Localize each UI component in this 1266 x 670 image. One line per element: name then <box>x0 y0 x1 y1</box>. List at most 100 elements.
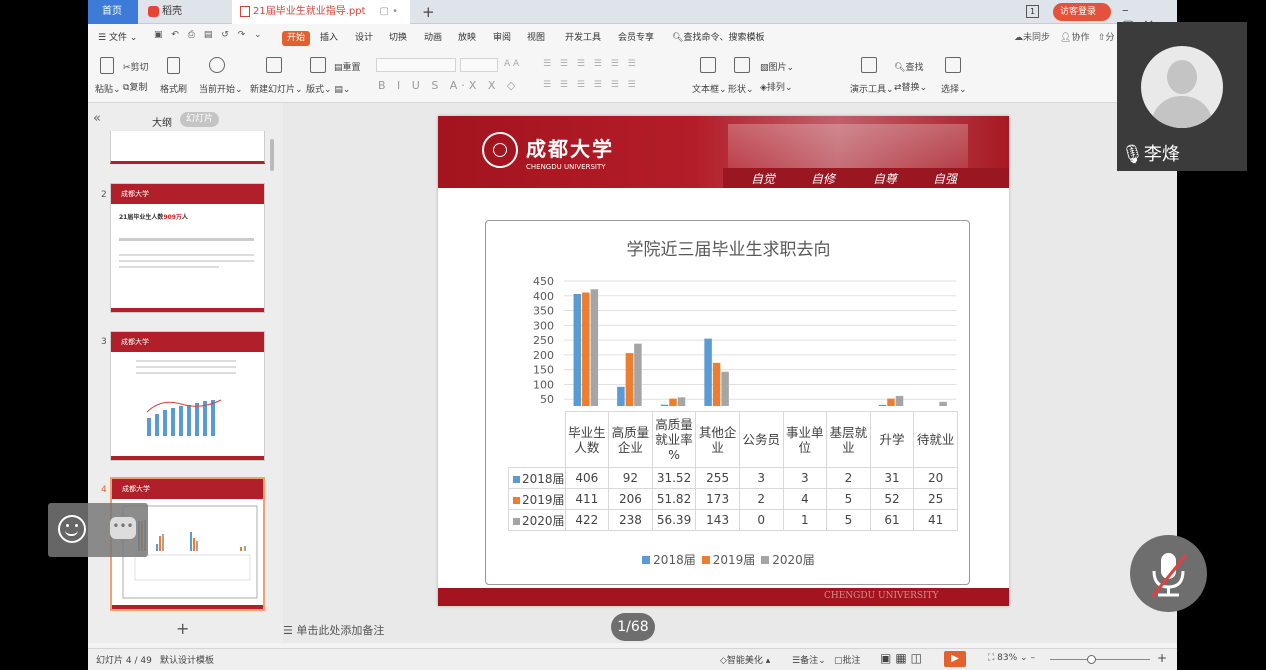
format-painter-icon[interactable] <box>167 57 180 74</box>
new-tab-button[interactable]: + <box>414 0 435 24</box>
slide-info: 幻灯片 4 / 49 <box>96 656 152 666</box>
slide-thumb-1[interactable] <box>110 131 265 164</box>
select-icon[interactable] <box>945 57 961 73</box>
font-size-select[interactable] <box>460 58 498 72</box>
find-button[interactable]: 🔍︎查找 <box>894 60 923 73</box>
table-cell: 406 <box>564 467 610 489</box>
table-category-label: 高质量 企业 <box>608 411 653 468</box>
mute-microphone-button[interactable] <box>1130 535 1207 612</box>
chart-bar <box>939 401 947 406</box>
format-painter-button[interactable]: 格式刷 <box>160 82 187 95</box>
tab-close-icon[interactable]: ▢ • <box>379 0 398 24</box>
table-cell: 206 <box>608 488 653 510</box>
share-button[interactable]: ⇧分 <box>1098 30 1115 43</box>
table-category-label: 事业单位 <box>782 411 828 468</box>
arrange-button[interactable]: ◈排列⌄ <box>760 80 792 93</box>
notes-toggle[interactable]: ☰备注⌄ <box>792 653 826 666</box>
panel-scrollbar[interactable] <box>270 139 274 171</box>
play-from-current-button[interactable]: 当前开始⌄ <box>199 82 243 95</box>
font-style-buttons[interactable]: B I U S A·X X ◇ <box>378 79 519 92</box>
tab-document[interactable]: 21届毕业生就业指导.ppt ▢ • <box>232 0 410 24</box>
menu-insert[interactable]: 插入 <box>320 30 338 43</box>
reset-button[interactable]: ▤重置 <box>334 60 361 73</box>
font-size-buttons[interactable]: A A <box>504 59 519 69</box>
table-cell: 255 <box>695 467 740 489</box>
present-tools-button[interactable]: 演示工具⌄ <box>850 82 894 95</box>
tab-wps[interactable]: 稻壳 <box>140 0 230 24</box>
add-notes-prompt[interactable]: ☰ 单击此处添加备注 <box>283 622 384 638</box>
tab-home[interactable]: 首页 <box>88 0 138 24</box>
paste-icon[interactable] <box>100 57 114 74</box>
template-name[interactable]: 默认设计模板 <box>160 653 214 666</box>
shape-button[interactable]: 形状⌄ <box>728 82 754 95</box>
menu-start[interactable]: 开始 <box>282 31 310 46</box>
menu-design[interactable]: 设计 <box>355 30 373 43</box>
zoom-level[interactable]: ⛶ 83% ⌄ – <box>988 653 1035 663</box>
comment-toggle[interactable]: ▢批注 <box>834 653 861 666</box>
cut-button[interactable]: ✂剪切 <box>123 60 149 73</box>
menu-anim[interactable]: 动画 <box>424 30 442 43</box>
zoom-slider-thumb[interactable] <box>1087 655 1096 664</box>
menu-review[interactable]: 审阅 <box>493 30 511 43</box>
search-box[interactable]: 🔍︎查找命令、搜索模板 <box>672 30 764 43</box>
zoom-slider[interactable] <box>1050 659 1150 660</box>
tab-slides[interactable]: 幻灯片 <box>180 112 220 127</box>
align-buttons[interactable]: ☰ ☰ ☰ ☰ ☰ ☰ <box>543 80 639 90</box>
y-tick-label: 100 <box>533 378 554 391</box>
replace-button[interactable]: ⇄替换⌄ <box>894 80 927 93</box>
emoji-icon[interactable] <box>58 515 86 543</box>
menu-vip[interactable]: 会员专享 <box>618 30 654 43</box>
slide-thumb-2[interactable]: 成都大学 21届毕业生人数909万人 <box>110 183 265 313</box>
collapse-panel-icon[interactable]: « <box>93 111 101 126</box>
layout-icon[interactable] <box>310 57 326 73</box>
avatar <box>1141 46 1223 128</box>
textbox-icon[interactable] <box>700 57 716 73</box>
quick-access-toolbar[interactable]: ▣ ↶ ⎙ ▤ ↺ ↷ ⌄ <box>154 30 265 40</box>
present-tools-icon[interactable] <box>861 57 877 73</box>
table-cell: 25 <box>913 488 958 510</box>
video-call-tile[interactable]: 🎙︎李烽 <box>1117 22 1247 171</box>
menu-view[interactable]: 视图 <box>527 30 545 43</box>
new-slide-button[interactable]: 新建幻灯片⌄ <box>250 82 303 95</box>
menu-dev[interactable]: 开发工具 <box>565 30 601 43</box>
view-mode-buttons[interactable]: ▣▦◫ <box>880 651 926 665</box>
add-slide-button[interactable]: + <box>176 619 189 638</box>
login-button[interactable]: 访客登录 <box>1053 3 1111 21</box>
picture-button[interactable]: ▧图片⌄ <box>760 60 794 73</box>
table-cell: 0 <box>738 509 784 531</box>
select-button[interactable]: 选择⌄ <box>941 82 967 95</box>
y-tick-label: 150 <box>533 364 554 377</box>
beautify-button[interactable]: ◇智能美化 ▴ <box>720 653 770 666</box>
paragraph-buttons[interactable]: ☰ ☰ ☰ ☰ ☰ ☰ <box>543 59 639 69</box>
tab-outline[interactable]: 大纲 <box>152 114 172 129</box>
play-from-current-icon[interactable] <box>209 57 225 73</box>
table-cell: 3 <box>782 467 828 489</box>
window-layout-icon[interactable]: 1 <box>1026 5 1039 18</box>
textbox-button[interactable]: 文本框⌄ <box>692 82 727 95</box>
table-category-label: 升学 <box>869 411 915 468</box>
copy-button[interactable]: ⧉复制 <box>123 80 147 93</box>
slide-canvas[interactable]: 成都大学 CHENGDU UNIVERSITY 自觉 自修 自尊 自强 学院近三… <box>438 116 1009 606</box>
menu-switch[interactable]: 切换 <box>389 30 407 43</box>
paste-button[interactable]: 粘贴⌄ <box>95 82 121 95</box>
slide-thumb-3[interactable]: 成都大学 <box>110 331 265 461</box>
sync-status[interactable]: ☁未同步 <box>1014 30 1050 43</box>
chart-frame[interactable]: 学院近三届毕业生求职去向 050100150200250300350400450… <box>485 220 970 585</box>
y-tick-label: 450 <box>533 275 554 288</box>
motto-4: 自强 <box>933 172 958 186</box>
layout-button[interactable]: 版式⌄ ▤⌄ <box>306 82 350 95</box>
table-cell: 143 <box>695 509 740 531</box>
shape-icon[interactable] <box>734 57 750 73</box>
chat-icon[interactable]: ••• <box>110 517 136 539</box>
zoom-in-button[interactable]: + <box>1157 651 1167 665</box>
menu-play[interactable]: 放映 <box>458 30 476 43</box>
collab-button[interactable]: 👤︎协作 <box>1060 30 1089 43</box>
chart-bar <box>721 371 729 406</box>
legend-item: 2020届 <box>761 553 815 567</box>
new-slide-icon[interactable] <box>266 57 282 73</box>
page-counter: 1/68 <box>611 613 655 641</box>
table-cell: 2 <box>826 467 871 489</box>
font-name-select[interactable] <box>376 58 456 72</box>
slideshow-play-button[interactable]: ▶ <box>944 651 966 667</box>
menu-file[interactable]: ☰ 文件 ⌄ <box>98 30 137 43</box>
